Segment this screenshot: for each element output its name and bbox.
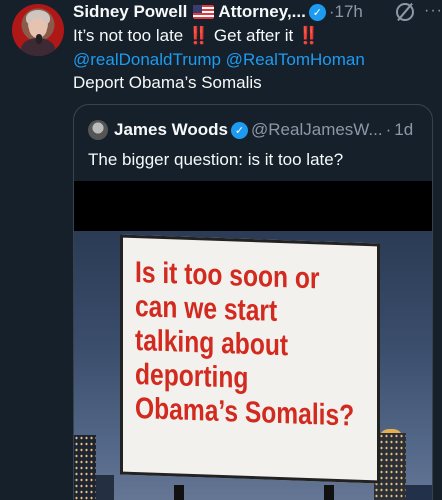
skyscraper — [74, 435, 96, 500]
billboard-pole — [324, 485, 334, 500]
billboard-line: Obama’s Somalis? — [135, 391, 355, 433]
grok-icon[interactable] — [396, 3, 414, 21]
billboard: Is it too soon or can we start talking a… — [120, 234, 380, 484]
billboard-pole — [174, 485, 184, 500]
tweet-header: Sidney Powell Attorney,... ✓ · 17h — [73, 0, 442, 24]
quoted-author-handle[interactable]: @RealJamesW... — [251, 120, 383, 140]
tweet-mentions[interactable]: @realDonaldTrump @RealTomHoman — [73, 50, 365, 70]
quoted-tweet-card[interactable]: James Woods ✓ @RealJamesW... · 1d The bi… — [73, 104, 433, 500]
tweet-text-a: It’s not too late — [73, 26, 184, 45]
quoted-timestamp[interactable]: 1d — [394, 120, 413, 140]
tweet-text-line-1: It’s not too late ‼️ Get after it ‼️ — [73, 26, 319, 46]
quoted-tweet-header: James Woods ✓ @RealJamesW... · 1d — [88, 119, 413, 141]
verified-badge-icon: ✓ — [231, 121, 249, 139]
skyscraper — [406, 485, 432, 500]
tweet-text-line-3: Deport Obama’s Somalis — [73, 73, 262, 92]
us-flag-icon — [193, 5, 215, 19]
more-icon[interactable]: ··· — [424, 2, 442, 20]
author-name[interactable]: Sidney Powell — [73, 2, 187, 22]
quoted-tweet-image[interactable]: Is it too soon or can we start talking a… — [74, 181, 432, 500]
verified-badge-icon: ✓ — [308, 3, 326, 21]
double-exclamation-emoji: ‼️ — [298, 26, 320, 45]
tweet-timestamp[interactable]: 17h — [335, 2, 363, 22]
tweet-text-b: Get after it — [213, 26, 294, 45]
quoted-time-separator: · — [385, 120, 392, 139]
author-avatar[interactable] — [12, 4, 64, 56]
quoted-author-name[interactable]: James Woods — [114, 120, 228, 140]
double-exclamation-emoji: ‼️ — [188, 26, 210, 45]
quoted-tweet-text: The bigger question: is it too late? — [88, 150, 344, 169]
billboard-text: Is it too soon or can we start talking a… — [135, 256, 354, 434]
quoted-author-avatar[interactable] — [88, 120, 108, 140]
skyscraper — [96, 475, 114, 500]
author-title[interactable]: Attorney,... — [218, 2, 306, 22]
